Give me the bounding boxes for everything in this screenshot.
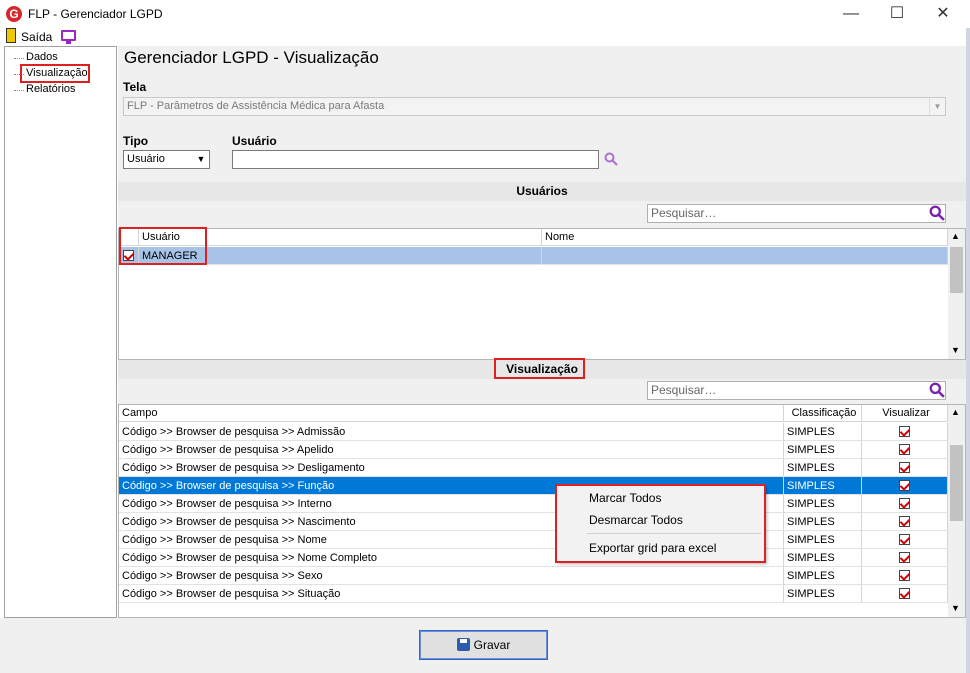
users-grid-scrollbar[interactable]: ▲ ▼ xyxy=(948,229,965,359)
view-grid: Campo Classificação Visualizar Código >>… xyxy=(118,404,966,618)
cell-nome xyxy=(542,247,948,265)
app-logo-icon: G xyxy=(6,6,22,22)
tipo-label: Tipo xyxy=(123,134,149,148)
view-grid-scrollbar[interactable]: ▲ ▼ xyxy=(948,405,965,617)
scroll-down-icon[interactable]: ▼ xyxy=(951,345,960,355)
tela-label: Tela xyxy=(123,80,147,94)
users-grid: Usuário Nome MANAGER ▲ ▼ xyxy=(118,228,966,360)
sidebar-item-relatorios[interactable]: Relatórios xyxy=(26,83,76,95)
column-header-classificacao[interactable]: Classificação xyxy=(784,405,862,422)
cell-visualizar[interactable] xyxy=(862,441,948,459)
cell-visualizar[interactable] xyxy=(862,585,948,603)
cell-classificacao: SIMPLES xyxy=(784,513,862,531)
search-icon[interactable] xyxy=(604,152,618,166)
cell-campo: Código >> Browser de pesquisa >> Desliga… xyxy=(119,459,784,477)
cell-visualizar[interactable] xyxy=(862,549,948,567)
table-row[interactable]: Código >> Browser de pesquisa >> Função S… xyxy=(119,477,948,495)
save-button-label: Gravar xyxy=(473,638,511,652)
tree-connector xyxy=(14,90,24,91)
sidebar-item-dados[interactable]: Dados xyxy=(26,51,58,63)
cell-visualizar[interactable] xyxy=(862,513,948,531)
cell-visualizar[interactable] xyxy=(862,567,948,585)
table-row[interactable]: Código >> Browser de pesquisa >> Desliga… xyxy=(119,459,948,477)
cell-campo: Código >> Browser de pesquisa >> Situaçã… xyxy=(119,585,784,603)
checkbox-checked[interactable] xyxy=(899,570,910,581)
cell-campo: Código >> Browser de pesquisa >> Admissã… xyxy=(119,423,784,441)
exit-door-icon[interactable] xyxy=(6,28,16,43)
column-header-visualizar[interactable]: Visualizar xyxy=(862,405,948,422)
checkbox-checked[interactable] xyxy=(899,534,910,545)
table-row[interactable]: Código >> Browser de pesquisa >> Sexo SIM… xyxy=(119,567,948,585)
save-button[interactable]: Gravar xyxy=(419,630,548,660)
cell-visualizar[interactable] xyxy=(862,531,948,549)
table-row[interactable]: Código >> Browser de pesquisa >> Interno… xyxy=(119,495,948,513)
table-row[interactable]: Código >> Browser de pesquisa >> Apelido… xyxy=(119,441,948,459)
checkbox-checked[interactable] xyxy=(899,444,910,455)
highlight-box xyxy=(119,227,207,265)
floppy-disk-icon xyxy=(456,638,470,651)
checkbox-checked[interactable] xyxy=(899,588,910,599)
highlight-box xyxy=(20,64,90,83)
column-header-nome[interactable]: Nome xyxy=(542,229,948,246)
usuario-label: Usuário xyxy=(232,134,277,148)
chevron-down-icon[interactable]: ▼ xyxy=(193,151,209,168)
cell-visualizar[interactable] xyxy=(862,495,948,513)
users-search-input[interactable]: Pesquisar… xyxy=(647,204,946,223)
sidebar-tree xyxy=(4,46,117,618)
maximize-button[interactable]: ☐ xyxy=(874,0,920,28)
cell-visualizar[interactable] xyxy=(862,459,948,477)
column-header-campo[interactable]: Campo xyxy=(119,405,784,422)
table-row[interactable]: MANAGER xyxy=(119,247,948,265)
highlight-box xyxy=(555,484,766,563)
menu-bar xyxy=(0,28,966,46)
search-icon[interactable] xyxy=(929,205,945,221)
cell-classificacao: SIMPLES xyxy=(784,441,862,459)
cell-classificacao: SIMPLES xyxy=(784,459,862,477)
table-row[interactable]: Código >> Browser de pesquisa >> Nome SIM… xyxy=(119,531,948,549)
background-window-edge xyxy=(966,28,970,673)
checkbox-checked[interactable] xyxy=(899,426,910,437)
view-search-input[interactable]: Pesquisar… xyxy=(647,381,946,400)
scroll-up-icon[interactable]: ▲ xyxy=(951,407,960,417)
scroll-up-icon[interactable]: ▲ xyxy=(951,231,960,241)
table-row[interactable]: Código >> Browser de pesquisa >> Admissã… xyxy=(119,423,948,441)
checkbox-checked[interactable] xyxy=(899,462,910,473)
cell-visualizar[interactable] xyxy=(862,477,948,495)
cell-classificacao: SIMPLES xyxy=(784,495,862,513)
cell-classificacao: SIMPLES xyxy=(784,567,862,585)
cell-classificacao: SIMPLES xyxy=(784,585,862,603)
page-title: Gerenciador LGPD - Visualização xyxy=(124,48,379,67)
table-row[interactable]: Código >> Browser de pesquisa >> Nascime… xyxy=(119,513,948,531)
monitor-stand-icon xyxy=(66,41,71,44)
chevron-down-icon[interactable]: ▼ xyxy=(929,98,945,115)
scrollbar-thumb[interactable] xyxy=(950,445,963,521)
usuario-input[interactable] xyxy=(232,150,599,169)
minimize-button[interactable]: — xyxy=(828,0,874,28)
checkbox-checked[interactable] xyxy=(899,480,910,491)
checkbox-checked[interactable] xyxy=(899,498,910,509)
monitor-icon[interactable] xyxy=(61,30,76,41)
cell-visualizar[interactable] xyxy=(862,423,948,441)
table-row[interactable]: Código >> Browser de pesquisa >> Nome Co… xyxy=(119,549,948,567)
tree-connector xyxy=(14,58,24,59)
close-button[interactable]: ✕ xyxy=(920,0,966,28)
cell-campo: Código >> Browser de pesquisa >> Sexo xyxy=(119,567,784,585)
search-icon[interactable] xyxy=(929,382,945,398)
tela-select[interactable]: FLP - Parâmetros de Assistência Médica p… xyxy=(123,97,946,116)
window-title: FLP - Gerenciador LGPD xyxy=(28,7,163,21)
cell-classificacao: SIMPLES xyxy=(784,531,862,549)
highlight-box xyxy=(494,358,585,379)
scrollbar-thumb[interactable] xyxy=(950,247,963,293)
cell-classificacao: SIMPLES xyxy=(784,549,862,567)
users-section-header: Usuários xyxy=(118,182,966,201)
table-row[interactable]: Código >> Browser de pesquisa >> Situaçã… xyxy=(119,585,948,603)
exit-menu-item[interactable]: Saída xyxy=(21,30,52,44)
cell-campo: Código >> Browser de pesquisa >> Apelido xyxy=(119,441,784,459)
checkbox-checked[interactable] xyxy=(899,516,910,527)
cell-classificacao: SIMPLES xyxy=(784,477,862,495)
checkbox-checked[interactable] xyxy=(899,552,910,563)
cell-classificacao: SIMPLES xyxy=(784,423,862,441)
scroll-down-icon[interactable]: ▼ xyxy=(951,603,960,613)
